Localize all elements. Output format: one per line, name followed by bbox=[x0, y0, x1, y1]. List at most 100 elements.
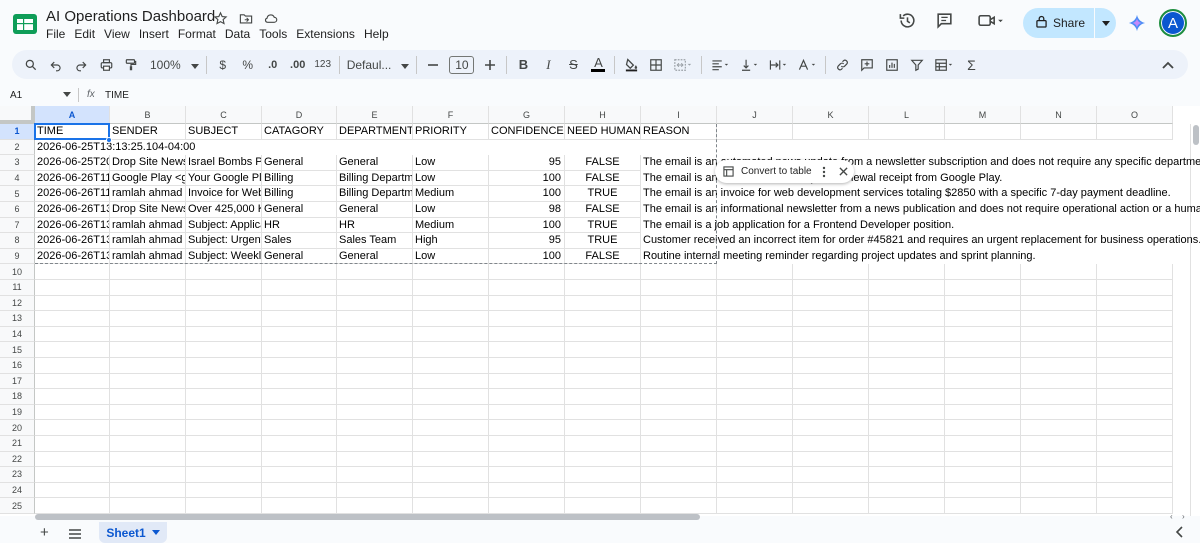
cell-a5[interactable]: 2026-06-26T11:4 bbox=[35, 186, 109, 202]
cell-b1[interactable]: SENDER bbox=[110, 124, 185, 140]
cell-c4[interactable]: Your Google Pla bbox=[186, 171, 261, 187]
row-header-4[interactable]: 4 bbox=[0, 170, 35, 187]
column-header-n[interactable]: N bbox=[1021, 106, 1097, 124]
collapse-toolbar-icon[interactable] bbox=[1159, 54, 1177, 76]
select-all-corner[interactable] bbox=[0, 106, 35, 124]
cell-d3[interactable]: General bbox=[262, 155, 336, 171]
vertical-align-icon[interactable] bbox=[738, 54, 760, 76]
cell-g8[interactable]: 95 bbox=[489, 233, 564, 249]
cell-f1[interactable]: PRIORITY bbox=[413, 124, 488, 140]
text-color-icon[interactable]: A bbox=[589, 54, 607, 76]
cell-e3[interactable]: General bbox=[337, 155, 412, 171]
cell-d7[interactable]: HR bbox=[262, 218, 336, 234]
row-header-22[interactable]: 22 bbox=[0, 451, 35, 468]
merge-cells-icon[interactable] bbox=[672, 54, 694, 76]
cell-a7[interactable]: 2026-06-26T13:1 bbox=[35, 218, 109, 234]
increase-decimal-button[interactable]: .00 bbox=[289, 54, 307, 76]
horizontal-align-icon[interactable] bbox=[709, 54, 731, 76]
cell-c6[interactable]: Over 425,000 Ki bbox=[186, 202, 261, 218]
cell-g3[interactable]: 95 bbox=[489, 155, 564, 171]
cell-b9[interactable]: ramlah ahmad < bbox=[110, 249, 185, 265]
cell-i8[interactable]: Customer received an incorrect item for … bbox=[641, 233, 1200, 249]
column-header-j[interactable]: J bbox=[717, 106, 793, 124]
percent-format-button[interactable]: % bbox=[239, 54, 257, 76]
document-title[interactable]: AI Operations Dashboard bbox=[46, 8, 215, 25]
cell-i7[interactable]: The email is a job application for a Fro… bbox=[641, 217, 1173, 234]
cell-e5[interactable]: Billing Departme bbox=[337, 186, 412, 202]
column-header-l[interactable]: L bbox=[869, 106, 945, 124]
cell-e4[interactable]: Billing Departme bbox=[337, 171, 412, 187]
scroll-left-icon[interactable]: ‹ bbox=[1170, 512, 1173, 521]
column-header-f[interactable]: F bbox=[413, 106, 489, 124]
column-header-h[interactable]: H bbox=[565, 106, 641, 124]
row-header-5[interactable]: 5 bbox=[0, 186, 35, 202]
cell-a1[interactable]: TIME bbox=[35, 124, 109, 140]
star-icon[interactable] bbox=[212, 10, 229, 27]
column-header-o[interactable]: O bbox=[1097, 106, 1173, 124]
cell-a8[interactable]: 2026-06-26T13:1 bbox=[35, 233, 109, 249]
cell-h3[interactable]: FALSE bbox=[565, 155, 640, 171]
cell-b8[interactable]: ramlah ahmad < bbox=[110, 233, 185, 249]
cell-d8[interactable]: Sales bbox=[262, 233, 336, 249]
row-header-1[interactable]: 1 bbox=[0, 124, 35, 140]
cell-h8[interactable]: TRUE bbox=[565, 233, 640, 249]
currency-format-button[interactable]: $ bbox=[214, 54, 232, 76]
cell-c9[interactable]: Subject: Weekly bbox=[186, 249, 261, 265]
cell-f5[interactable]: Medium bbox=[413, 186, 488, 202]
row-header-14[interactable]: 14 bbox=[0, 326, 35, 343]
formula-input[interactable]: TIME bbox=[105, 90, 129, 101]
number-format-button[interactable]: 123 bbox=[314, 54, 332, 76]
cell-f4[interactable]: Low bbox=[413, 171, 488, 187]
bold-icon[interactable]: B bbox=[514, 54, 532, 76]
insert-chart-icon[interactable] bbox=[883, 54, 901, 76]
text-rotation-icon[interactable] bbox=[796, 54, 818, 76]
close-icon[interactable] bbox=[839, 167, 848, 176]
insert-comment-icon[interactable] bbox=[858, 54, 876, 76]
cell-f6[interactable]: Low bbox=[413, 202, 488, 218]
explore-collapse-icon[interactable] bbox=[1175, 526, 1183, 541]
more-vert-icon[interactable] bbox=[822, 166, 826, 178]
cell-f7[interactable]: Medium bbox=[413, 218, 488, 234]
cell-e9[interactable]: General bbox=[337, 249, 412, 265]
cell-g9[interactable]: 100 bbox=[489, 249, 564, 265]
share-dropdown-icon[interactable] bbox=[1095, 20, 1116, 26]
font-select[interactable]: Defaul... bbox=[347, 54, 410, 76]
sheet-tab-sheet1[interactable]: Sheet1 bbox=[99, 522, 167, 543]
table-view-icon[interactable] bbox=[933, 54, 955, 76]
row-header-23[interactable]: 23 bbox=[0, 467, 35, 483]
cell-c3[interactable]: Israel Bombs Pa bbox=[186, 155, 261, 171]
cell-d4[interactable]: Billing bbox=[262, 171, 336, 187]
vertical-scrollbar[interactable] bbox=[1190, 124, 1200, 516]
meet-video-icon[interactable] bbox=[974, 10, 1008, 30]
cell-i6[interactable]: The email is an informational newsletter… bbox=[641, 202, 1200, 218]
cell-a4[interactable]: 2026-06-26T11:2 bbox=[35, 171, 109, 187]
cell-c5[interactable]: Invoice for Web bbox=[186, 186, 261, 202]
convert-to-table-chip[interactable]: Convert to table bbox=[715, 160, 854, 183]
menu-tools[interactable]: Tools bbox=[259, 27, 287, 41]
increase-font-size-icon[interactable] bbox=[481, 54, 499, 76]
menu-help[interactable]: Help bbox=[364, 27, 389, 41]
menu-data[interactable]: Data bbox=[225, 27, 250, 41]
cell-a3[interactable]: 2026-06-25T20:3 bbox=[35, 155, 109, 171]
redo-icon[interactable] bbox=[72, 54, 90, 76]
row-header-13[interactable]: 13 bbox=[0, 311, 35, 327]
cell-f9[interactable]: Low bbox=[413, 249, 488, 265]
cell-h4[interactable]: FALSE bbox=[565, 171, 640, 187]
row-header-17[interactable]: 17 bbox=[0, 373, 35, 390]
cell-b4[interactable]: Google Play <gc bbox=[110, 171, 185, 187]
version-history-icon[interactable] bbox=[897, 10, 917, 30]
add-sheet-icon[interactable]: + bbox=[40, 524, 49, 541]
menu-insert[interactable]: Insert bbox=[139, 27, 169, 41]
italic-icon[interactable]: I bbox=[539, 54, 557, 76]
cell-f8[interactable]: High bbox=[413, 233, 488, 249]
cell-b5[interactable]: ramlah ahmad < bbox=[110, 186, 185, 202]
font-size-input[interactable]: 10 bbox=[449, 54, 475, 76]
column-header-e[interactable]: E bbox=[337, 106, 413, 124]
cloud-saved-icon[interactable] bbox=[262, 10, 279, 27]
row-header-20[interactable]: 20 bbox=[0, 420, 35, 436]
column-header-i[interactable]: I bbox=[641, 106, 717, 124]
filter-icon[interactable] bbox=[908, 54, 926, 76]
functions-icon[interactable]: Σ bbox=[962, 54, 980, 76]
cell-d1[interactable]: CATAGORY bbox=[262, 124, 336, 140]
cell-g6[interactable]: 98 bbox=[489, 202, 564, 218]
